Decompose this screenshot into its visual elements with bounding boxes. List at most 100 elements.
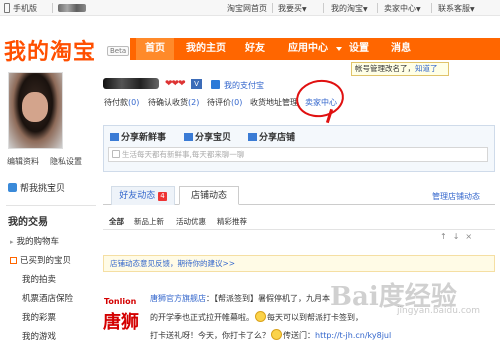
tab-shop-feed[interactable]: 店铺动态 bbox=[179, 186, 239, 205]
feed-post-line-3: 打卡送礼呀！今天，你打卡了么？ 传送门：http://t-jh.cn/ky8jul bbox=[150, 329, 391, 341]
nav-my-homepage[interactable]: 我的主页 bbox=[180, 38, 232, 60]
credit-heart-icon: ❤❤❤ bbox=[165, 79, 186, 89]
sidebar-item-travel[interactable]: 机票酒店保险 bbox=[22, 292, 73, 304]
chevron-down-icon: ▼ bbox=[302, 6, 307, 13]
sidebar-item-label: 机票酒店保险 bbox=[22, 294, 74, 304]
share-news-tab[interactable]: 分享新鲜事 bbox=[110, 130, 166, 143]
account-tip-dismiss[interactable]: 知道了 bbox=[415, 64, 438, 73]
my-taobao-logo[interactable]: 我的淘宝 bbox=[4, 34, 96, 66]
share-item-label: 分享宝贝 bbox=[195, 133, 232, 143]
stat-label: 待评价 bbox=[207, 98, 231, 107]
avatar-face bbox=[22, 92, 48, 122]
privacy-settings-link[interactable]: 隐私设置 bbox=[50, 157, 82, 166]
stat-label: 待确认收货 bbox=[148, 98, 188, 107]
contact-service-label: 联系客服 bbox=[438, 4, 470, 13]
manage-shop-feed-link[interactable]: 管理店铺动态 bbox=[432, 191, 480, 202]
close-icon[interactable]: × bbox=[465, 232, 478, 241]
divider bbox=[272, 3, 273, 13]
share-shop-tab[interactable]: 分享店铺 bbox=[248, 130, 295, 143]
arrow-down-icon[interactable]: ↓ bbox=[453, 232, 466, 241]
shop-name-link[interactable]: 唐狮官方旗舰店 bbox=[150, 294, 206, 303]
sidebar-item-label: 我的彩票 bbox=[22, 313, 57, 323]
taobao-home-link[interactable]: 淘宝网首页 bbox=[227, 3, 267, 14]
my-alipay-link[interactable]: 我的支付宝 bbox=[224, 80, 264, 91]
account-tip: 帐号管理改名了，知道了 bbox=[351, 62, 449, 76]
filter-divider bbox=[103, 229, 495, 230]
sidebar-item-cart[interactable]: ▸ 我的购物车 bbox=[10, 235, 59, 247]
share-input[interactable]: 生活每天都有新鲜事,每天都来聊一聊 bbox=[108, 147, 488, 162]
share-news-label: 分享新鲜事 bbox=[121, 133, 167, 143]
nickname-blurred[interactable] bbox=[103, 78, 159, 89]
pending-payment[interactable]: 待付款(0) bbox=[104, 97, 139, 108]
tonlion-logo-text[interactable]: Tonlion bbox=[104, 297, 136, 306]
sidebar-item-bought[interactable]: 已买到的宝贝 bbox=[10, 254, 71, 266]
stat-label: 待付款 bbox=[104, 98, 128, 107]
nav-settings[interactable]: 设置 bbox=[342, 38, 376, 60]
sidebar-divider bbox=[6, 205, 96, 206]
feedback-notice[interactable]: 店铺动态意见反馈，期待你的建议>> bbox=[103, 255, 495, 272]
nav-friends[interactable]: 好友 bbox=[236, 38, 274, 60]
divider bbox=[323, 3, 324, 13]
alipay-icon bbox=[211, 80, 220, 89]
sidebar-item-label: 已买到的宝贝 bbox=[20, 256, 72, 266]
emoji-icon bbox=[255, 311, 266, 322]
nav-home[interactable]: 首页 bbox=[136, 38, 174, 60]
sidebar-item-auctions[interactable]: 我的拍卖 bbox=[22, 273, 56, 285]
vip-icon[interactable]: V bbox=[191, 79, 202, 89]
arrow-up-icon[interactable]: ↑ bbox=[440, 232, 453, 241]
help-pick-link[interactable]: 帮我挑宝贝 bbox=[8, 181, 65, 194]
gift-icon bbox=[184, 133, 193, 141]
address-management-link[interactable]: 收货地址管理 bbox=[250, 97, 298, 108]
nav-messages[interactable]: 消息 bbox=[382, 38, 420, 60]
beta-badge: Beta bbox=[107, 46, 130, 56]
feed-controls: ↑↓× bbox=[440, 232, 478, 241]
divider bbox=[377, 3, 378, 13]
post-text: 打卡送礼呀！今天，你打卡了么？ bbox=[150, 331, 270, 340]
sidebar-item-lottery[interactable]: 我的彩票 bbox=[22, 311, 56, 323]
filter-promotions[interactable]: 活动优惠 bbox=[176, 216, 206, 227]
emoji-icon bbox=[271, 329, 282, 340]
post-text: 传送门： bbox=[283, 331, 315, 340]
filter-new-arrivals[interactable]: 新品上新 bbox=[134, 216, 164, 227]
share-item-tab[interactable]: 分享宝贝 bbox=[184, 130, 231, 143]
feed-post-line-1: 唐狮官方旗舰店：【帮派签到】暑假停机了，九月本 bbox=[150, 293, 330, 304]
chevron-down-icon: ▼ bbox=[470, 6, 475, 13]
nav-app-center[interactable]: 应用中心 bbox=[280, 38, 336, 60]
chevron-down-icon: ▼ bbox=[416, 6, 421, 13]
divider bbox=[431, 3, 432, 13]
mobile-phone-icon bbox=[4, 3, 10, 13]
post-text: 每天可以到帮派打卡签到， bbox=[267, 313, 363, 322]
tonlion-logo-cn[interactable]: 唐狮 bbox=[103, 308, 139, 334]
help-pick-label: 帮我挑宝贝 bbox=[20, 184, 66, 194]
buy-menu[interactable]: 我要买▼ bbox=[278, 3, 307, 14]
chevron-down-icon: ▼ bbox=[363, 6, 368, 13]
my-trades-title: 我的交易 bbox=[8, 217, 48, 228]
divider bbox=[52, 3, 53, 13]
mobile-version-link[interactable]: 手机版 bbox=[13, 3, 37, 14]
filter-all[interactable]: 全部 bbox=[109, 216, 124, 227]
highlight-circle-annotation bbox=[293, 76, 347, 121]
chevron-right-icon: ▸ bbox=[10, 238, 14, 246]
profile-links: 编辑资料 隐私设置 bbox=[7, 156, 93, 167]
tab-label: 好友动态 bbox=[119, 191, 156, 201]
pending-receipt[interactable]: 待确认收货(2) bbox=[148, 97, 199, 108]
username-blurred[interactable] bbox=[58, 4, 86, 12]
seller-center-menu[interactable]: 卖家中心▼ bbox=[384, 3, 421, 14]
expand-icon bbox=[10, 257, 17, 264]
share-shop-label: 分享店铺 bbox=[259, 133, 296, 143]
tab-friend-feed[interactable]: 好友动态 4 bbox=[111, 186, 175, 205]
my-taobao-label: 我的淘宝 bbox=[331, 4, 363, 13]
sidebar-item-games[interactable]: 我的游戏 bbox=[22, 330, 56, 342]
help-icon bbox=[8, 183, 17, 192]
watermark-sub: jingyan.baidu.com bbox=[397, 306, 481, 316]
my-taobao-menu[interactable]: 我的淘宝▼ bbox=[331, 3, 368, 14]
sidebar-item-label: 我的拍卖 bbox=[22, 275, 57, 285]
top-bar: 手机版 淘宝网首页 我要买▼ 我的淘宝▼ 卖家中心▼ 联系客服▼ bbox=[0, 0, 500, 16]
pencil-icon bbox=[112, 150, 120, 158]
post-link[interactable]: http://t-jh.cn/ky8jul bbox=[315, 331, 391, 340]
pending-review[interactable]: 待评价(0) bbox=[207, 97, 242, 108]
edit-profile-link[interactable]: 编辑资料 bbox=[7, 157, 39, 166]
account-tip-text: 帐号管理改名了， bbox=[355, 64, 415, 73]
filter-recommended[interactable]: 精彩推荐 bbox=[217, 216, 247, 227]
contact-service-menu[interactable]: 联系客服▼ bbox=[438, 3, 475, 14]
